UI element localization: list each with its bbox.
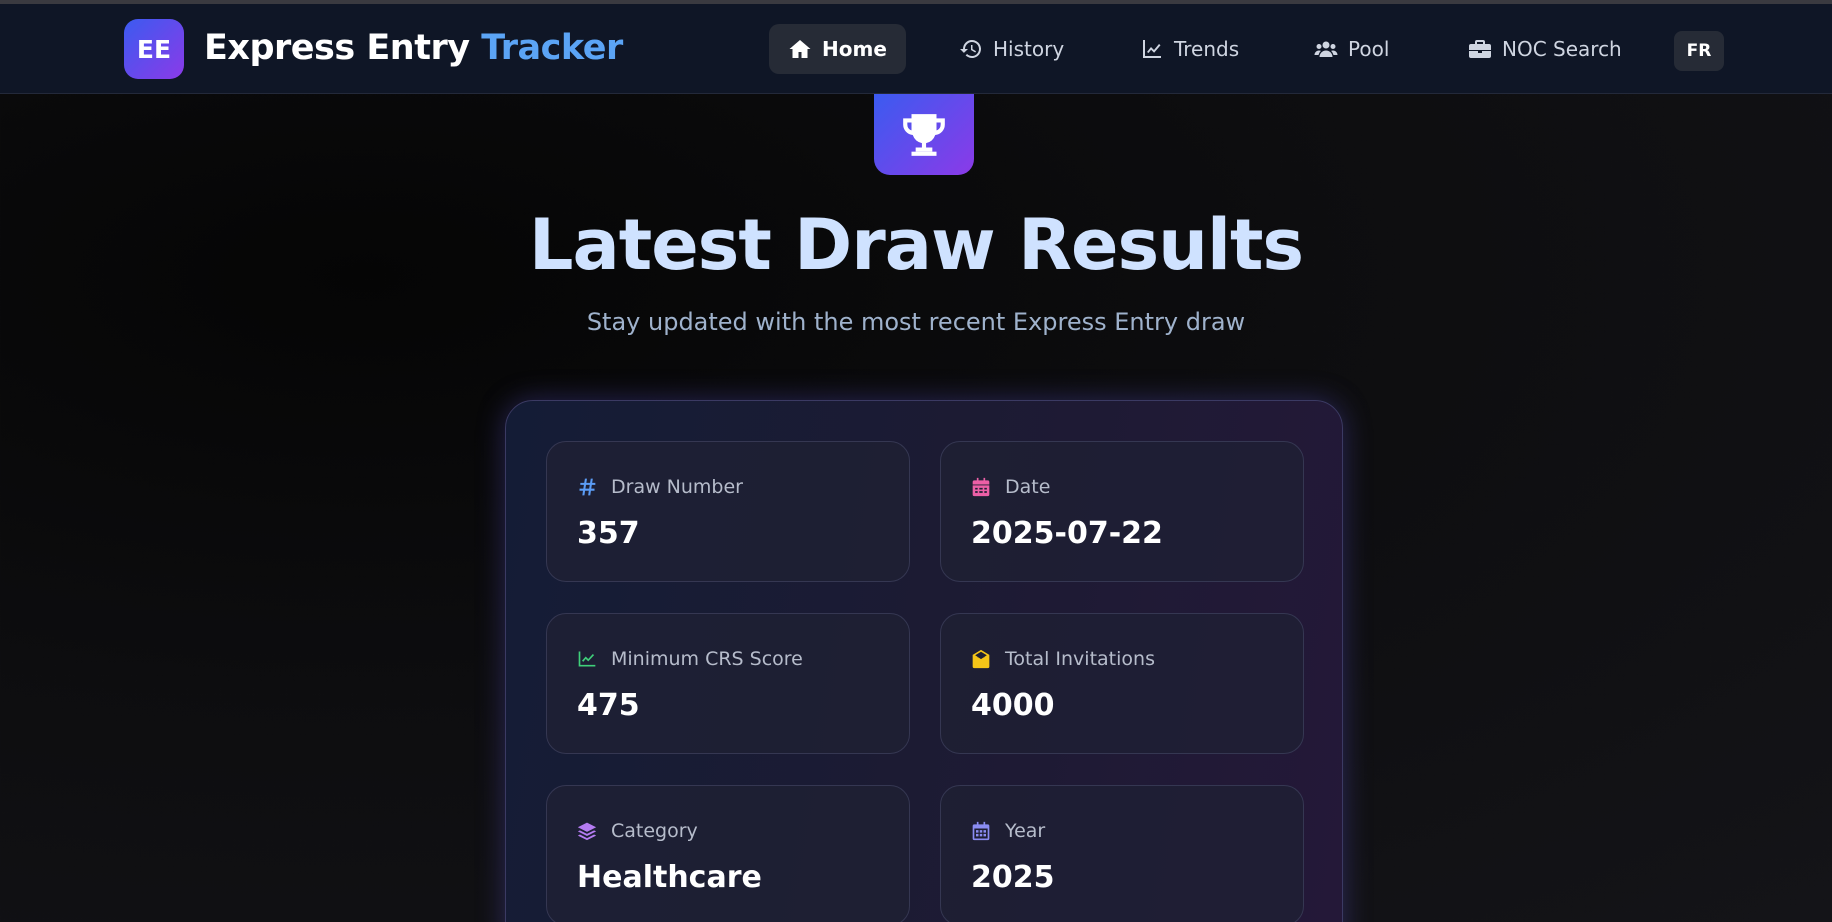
users-icon (1314, 41, 1338, 57)
stat-value-draw-number: 357 (577, 516, 640, 551)
stat-card-date: Date 2025-07-22 (940, 441, 1304, 582)
nav-pool[interactable]: Pool (1295, 24, 1408, 74)
stat-label-category: Category (611, 820, 698, 842)
hashtag-icon (579, 478, 596, 496)
home-icon (789, 40, 811, 58)
stat-label-year: Year (1005, 820, 1046, 842)
stat-label-date: Date (1005, 476, 1051, 498)
brand-title-part2: Tracker (481, 28, 623, 68)
logo-badge[interactable]: EE (124, 19, 184, 79)
nav-history-label: History (993, 37, 1065, 61)
navbar: EE Express Entry Tracker Home History Tr… (0, 4, 1832, 94)
trophy-icon (903, 113, 945, 156)
nav-trends[interactable]: Trends (1121, 24, 1258, 74)
latest-draw-panel: Draw Number 357 Date 2025-07-22 Minimum … (505, 400, 1343, 922)
stat-card-total-invitations: Total Invitations 4000 (940, 613, 1304, 754)
nav-trends-label: Trends (1174, 37, 1240, 61)
history-icon (960, 40, 981, 58)
chart-line-icon (578, 651, 596, 667)
brand-title-part1: Express Entry (204, 28, 470, 68)
nav-home[interactable]: Home (769, 24, 906, 74)
stat-value-total-invitations: 4000 (971, 688, 1055, 723)
hero-trophy-badge (874, 94, 974, 175)
chart-line-icon (1143, 40, 1161, 58)
stat-card-draw-number: Draw Number 357 (546, 441, 910, 582)
nav-home-label: Home (822, 37, 887, 61)
stat-label-total-invitations: Total Invitations (1005, 648, 1155, 670)
envelope-open-icon (972, 649, 990, 669)
brand-title[interactable]: Express Entry Tracker (204, 28, 623, 68)
page-subtitle: Stay updated with the most recent Expres… (586, 308, 1246, 336)
stat-value-year: 2025 (971, 860, 1055, 895)
stat-label-min-crs: Minimum CRS Score (611, 648, 803, 670)
stat-label-draw-number: Draw Number (611, 476, 743, 498)
nav-noc-search[interactable]: NOC Search (1449, 24, 1641, 74)
stat-value-date: 2025-07-22 (971, 516, 1163, 551)
language-toggle-button[interactable]: FR (1674, 31, 1724, 71)
stat-card-min-crs: Minimum CRS Score 475 (546, 613, 910, 754)
nav-pool-label: Pool (1348, 37, 1390, 61)
stat-card-year: Year 2025 (940, 785, 1304, 922)
stat-value-category: Healthcare (577, 860, 762, 895)
nav-history[interactable]: History (940, 24, 1083, 74)
page-title: Latest Draw Results (528, 204, 1304, 286)
calendar-alt-icon (972, 821, 990, 841)
briefcase-icon (1469, 40, 1491, 58)
calendar-icon (972, 477, 990, 497)
layers-icon (577, 822, 597, 841)
nav-noc-search-label: NOC Search (1502, 37, 1622, 61)
stat-value-min-crs: 475 (577, 688, 640, 723)
stat-card-category: Category Healthcare (546, 785, 910, 922)
